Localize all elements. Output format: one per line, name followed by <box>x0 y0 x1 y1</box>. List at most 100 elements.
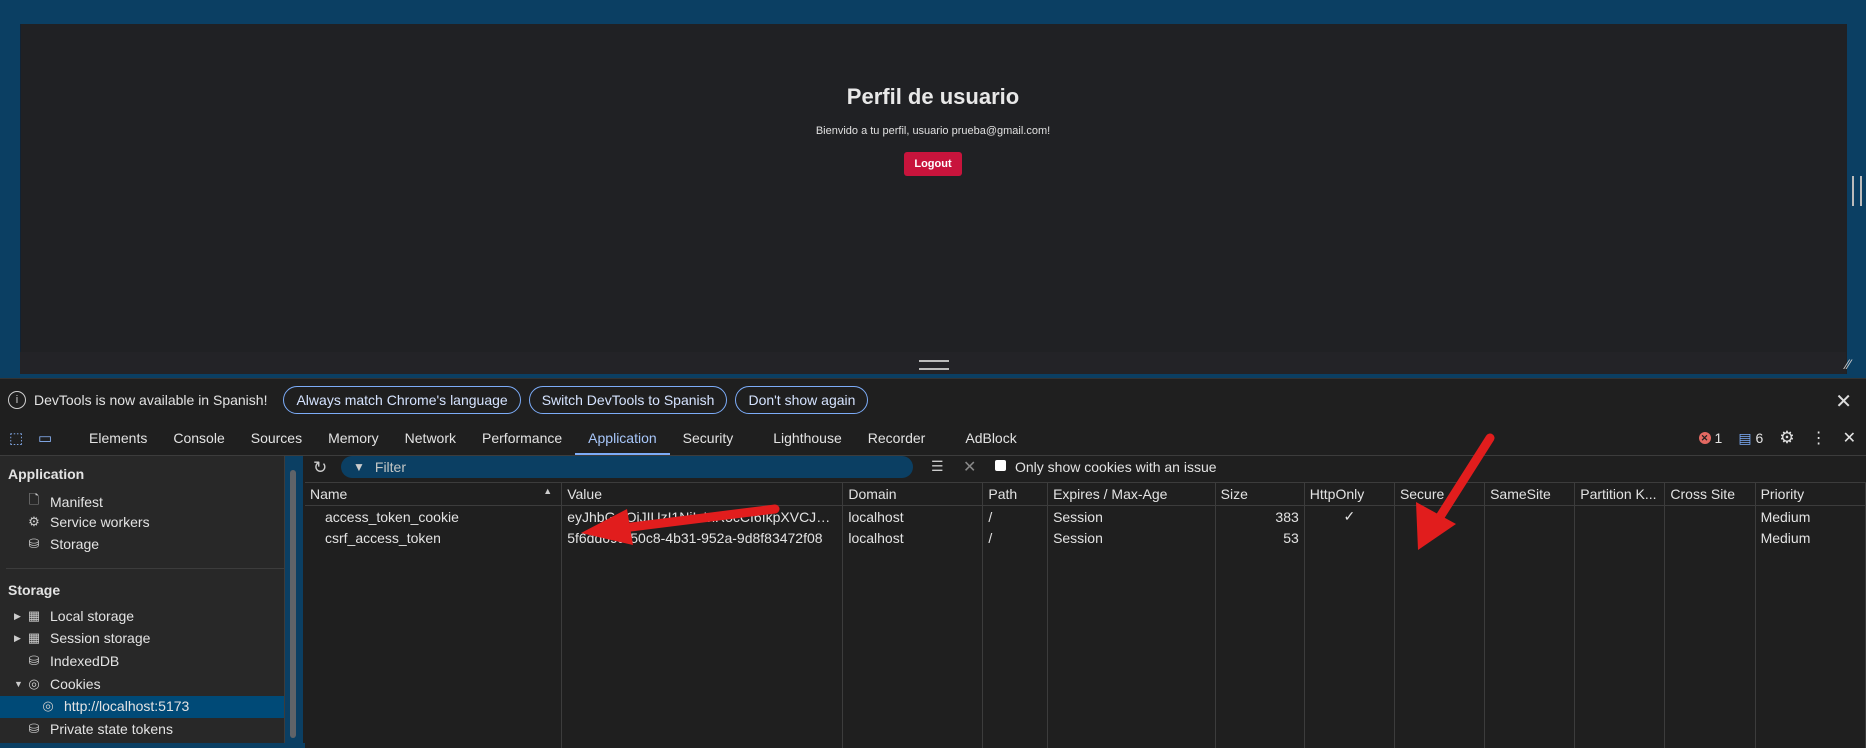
cell-path: / <box>982 527 1049 548</box>
error-icon: ✕ <box>1698 432 1711 444</box>
cookies-table: Name ▲ Value Domain Path Expires / Max-Ag… <box>305 482 1866 748</box>
column-header-cross-site[interactable]: Cross Site <box>1664 482 1756 506</box>
gear-icon: ⚙ <box>28 514 40 529</box>
welcome-text: Bienvido a tu perfil, usuario prueba@gma… <box>815 125 1051 137</box>
sidebar-item-label: Manifest <box>50 494 103 510</box>
tab-performance[interactable]: Performance <box>469 421 575 455</box>
close-devtools-icon[interactable]: ✕ <box>1843 428 1856 448</box>
sidebar-storage-header: Storage <box>8 582 61 598</box>
database-icon: ⛁ <box>28 536 40 551</box>
table-row[interactable]: csrf_access_token 5f6dd69a-50c8-4b31-952… <box>305 527 1866 548</box>
column-header-path[interactable]: Path <box>982 482 1049 506</box>
sidebar-item-manifest[interactable]: 🗋 Manifest <box>26 491 103 513</box>
expand-triangle-icon[interactable]: ▶ <box>14 611 26 622</box>
tab-elements[interactable]: Elements <box>76 421 160 455</box>
sidebar-item-indexeddb[interactable]: ⛁ IndexedDB <box>26 653 120 669</box>
table-row[interactable]: access_token_cookie eyJhbGciOiJIUzI1NiIs… <box>305 505 1866 527</box>
resize-handle-right-icon[interactable] <box>1852 176 1862 206</box>
sidebar-item-label: Private state tokens <box>50 721 173 737</box>
sidebar-divider <box>6 568 284 569</box>
toolbar-right: ✕ 1 ▤ 6 ⚙ ⋮ ✕ <box>1698 421 1856 455</box>
sidebar-item-session-storage[interactable]: ▶ ▦ Session storage <box>14 630 150 646</box>
logout-button[interactable]: Logout <box>904 152 962 176</box>
sidebar-item-label: Storage <box>50 536 100 552</box>
resize-handle-icon[interactable] <box>919 360 949 370</box>
tab-adblock[interactable]: AdBlock <box>952 421 1029 455</box>
cell-size: 383 <box>1215 505 1305 527</box>
tab-memory[interactable]: Memory <box>315 421 392 455</box>
cell-httponly: ✓ <box>1304 505 1395 527</box>
messages-counter[interactable]: ▤ 6 <box>1738 430 1763 447</box>
cell-priority: Medium <box>1755 527 1866 548</box>
sidebar-application-header: Application <box>8 466 85 482</box>
cell-cross-site <box>1664 527 1756 548</box>
device-toolbar-icon[interactable]: ▭ <box>38 429 52 447</box>
messages-count: 6 <box>1755 430 1764 446</box>
sidebar-item-local-storage[interactable]: ▶ ▦ Local storage <box>14 608 134 624</box>
cell-partition-key <box>1574 505 1666 527</box>
column-header-size[interactable]: Size <box>1215 482 1305 506</box>
column-header-priority[interactable]: Priority <box>1755 482 1866 506</box>
file-icon: 🗋 <box>28 492 40 507</box>
sidebar-item-service-workers[interactable]: ⚙ Service workers <box>26 514 150 530</box>
tab-network[interactable]: Network <box>392 421 469 455</box>
table-icon: ▦ <box>27 608 41 623</box>
tab-console[interactable]: Console <box>160 421 237 455</box>
column-header-httponly[interactable]: HttpOnly <box>1304 482 1395 506</box>
filter-funnel-icon: ▼ <box>353 460 365 474</box>
collapse-triangle-icon[interactable]: ▼ <box>14 679 26 689</box>
settings-gear-icon[interactable]: ⚙ <box>1779 428 1794 448</box>
language-infobar: i DevTools is now available in Spanish! … <box>0 378 1866 421</box>
page-viewport <box>20 24 1847 374</box>
cell-expires: Session <box>1047 505 1216 527</box>
database-icon: ⛁ <box>28 721 40 736</box>
message-icon: ▤ <box>1738 429 1752 446</box>
column-header-partition-key[interactable]: Partition K... <box>1574 482 1666 506</box>
devtools-toolbar: ⬚ ▭ Elements Console Sources Memory Netw… <box>0 421 1866 456</box>
column-header-domain[interactable]: Domain <box>842 482 984 506</box>
sidebar-item-private-state-tokens[interactable]: ⛁ Private state tokens <box>26 721 173 737</box>
table-header-row: Name ▲ Value Domain Path Expires / Max-Ag… <box>305 482 1866 506</box>
sidebar-item-label: Local storage <box>50 608 135 624</box>
refresh-icon[interactable]: ↻ <box>313 458 327 478</box>
close-icon[interactable]: ✕ <box>1835 389 1852 414</box>
switch-spanish-button[interactable]: Switch DevTools to Spanish <box>528 386 728 414</box>
sidebar-item-label: Service workers <box>50 514 150 530</box>
column-header-name[interactable]: Name ▲ <box>305 482 563 506</box>
table-icon: ▦ <box>27 630 41 645</box>
clear-all-cookies-icon[interactable]: ☰ <box>931 458 944 475</box>
sidebar-scrollbar[interactable] <box>290 470 296 738</box>
column-header-expires[interactable]: Expires / Max-Age <box>1047 482 1216 506</box>
dont-show-again-button[interactable]: Don't show again <box>735 386 869 414</box>
annotation-arrow-down-icon <box>1416 433 1495 550</box>
cookie-filter-bar: ↻ ▼ Filter ☰ ✕ Only show cookies with an… <box>303 456 1866 480</box>
info-icon: i <box>8 391 26 409</box>
annotation-arrow-left-icon <box>581 504 780 545</box>
cell-path: / <box>982 505 1049 527</box>
cell-name: access_token_cookie <box>305 505 563 527</box>
sidebar-item-localhost-cookies[interactable]: ◎ http://localhost:5173 <box>40 698 189 714</box>
only-issues-checkbox[interactable] <box>995 460 1006 471</box>
browser-top-strip <box>0 0 1866 24</box>
errors-counter[interactable]: ✕ 1 <box>1698 430 1722 446</box>
tab-sources[interactable]: Sources <box>238 421 315 455</box>
expand-triangle-icon[interactable]: ▶ <box>14 633 26 644</box>
inspect-element-icon[interactable]: ⬚ <box>9 429 23 447</box>
delete-selected-icon[interactable]: ✕ <box>963 457 976 477</box>
cell-size: 53 <box>1215 527 1305 548</box>
resize-corner-icon[interactable]: ⁄⁄ <box>1846 356 1851 372</box>
sidebar-item-storage[interactable]: ⛁ Storage <box>26 536 100 552</box>
sort-ascending-icon: ▲ <box>543 486 553 496</box>
more-options-icon[interactable]: ⋮ <box>1811 428 1827 448</box>
tab-recorder[interactable]: Recorder <box>855 421 939 455</box>
tab-lighthouse[interactable]: Lighthouse <box>760 421 855 455</box>
match-language-button[interactable]: Always match Chrome's language <box>283 386 521 414</box>
tab-security[interactable]: Security <box>670 421 747 455</box>
sidebar-item-label: http://localhost:5173 <box>64 698 190 714</box>
devtools-tabs: Elements Console Sources Memory Network … <box>76 421 1030 455</box>
sidebar-item-cookies[interactable]: ▼ ◎ Cookies <box>14 676 101 692</box>
cookie-icon: ◎ <box>28 676 40 691</box>
tab-application[interactable]: Application <box>575 421 670 455</box>
filter-input[interactable]: ▼ Filter <box>341 456 913 478</box>
cell-name: csrf_access_token <box>305 527 563 548</box>
